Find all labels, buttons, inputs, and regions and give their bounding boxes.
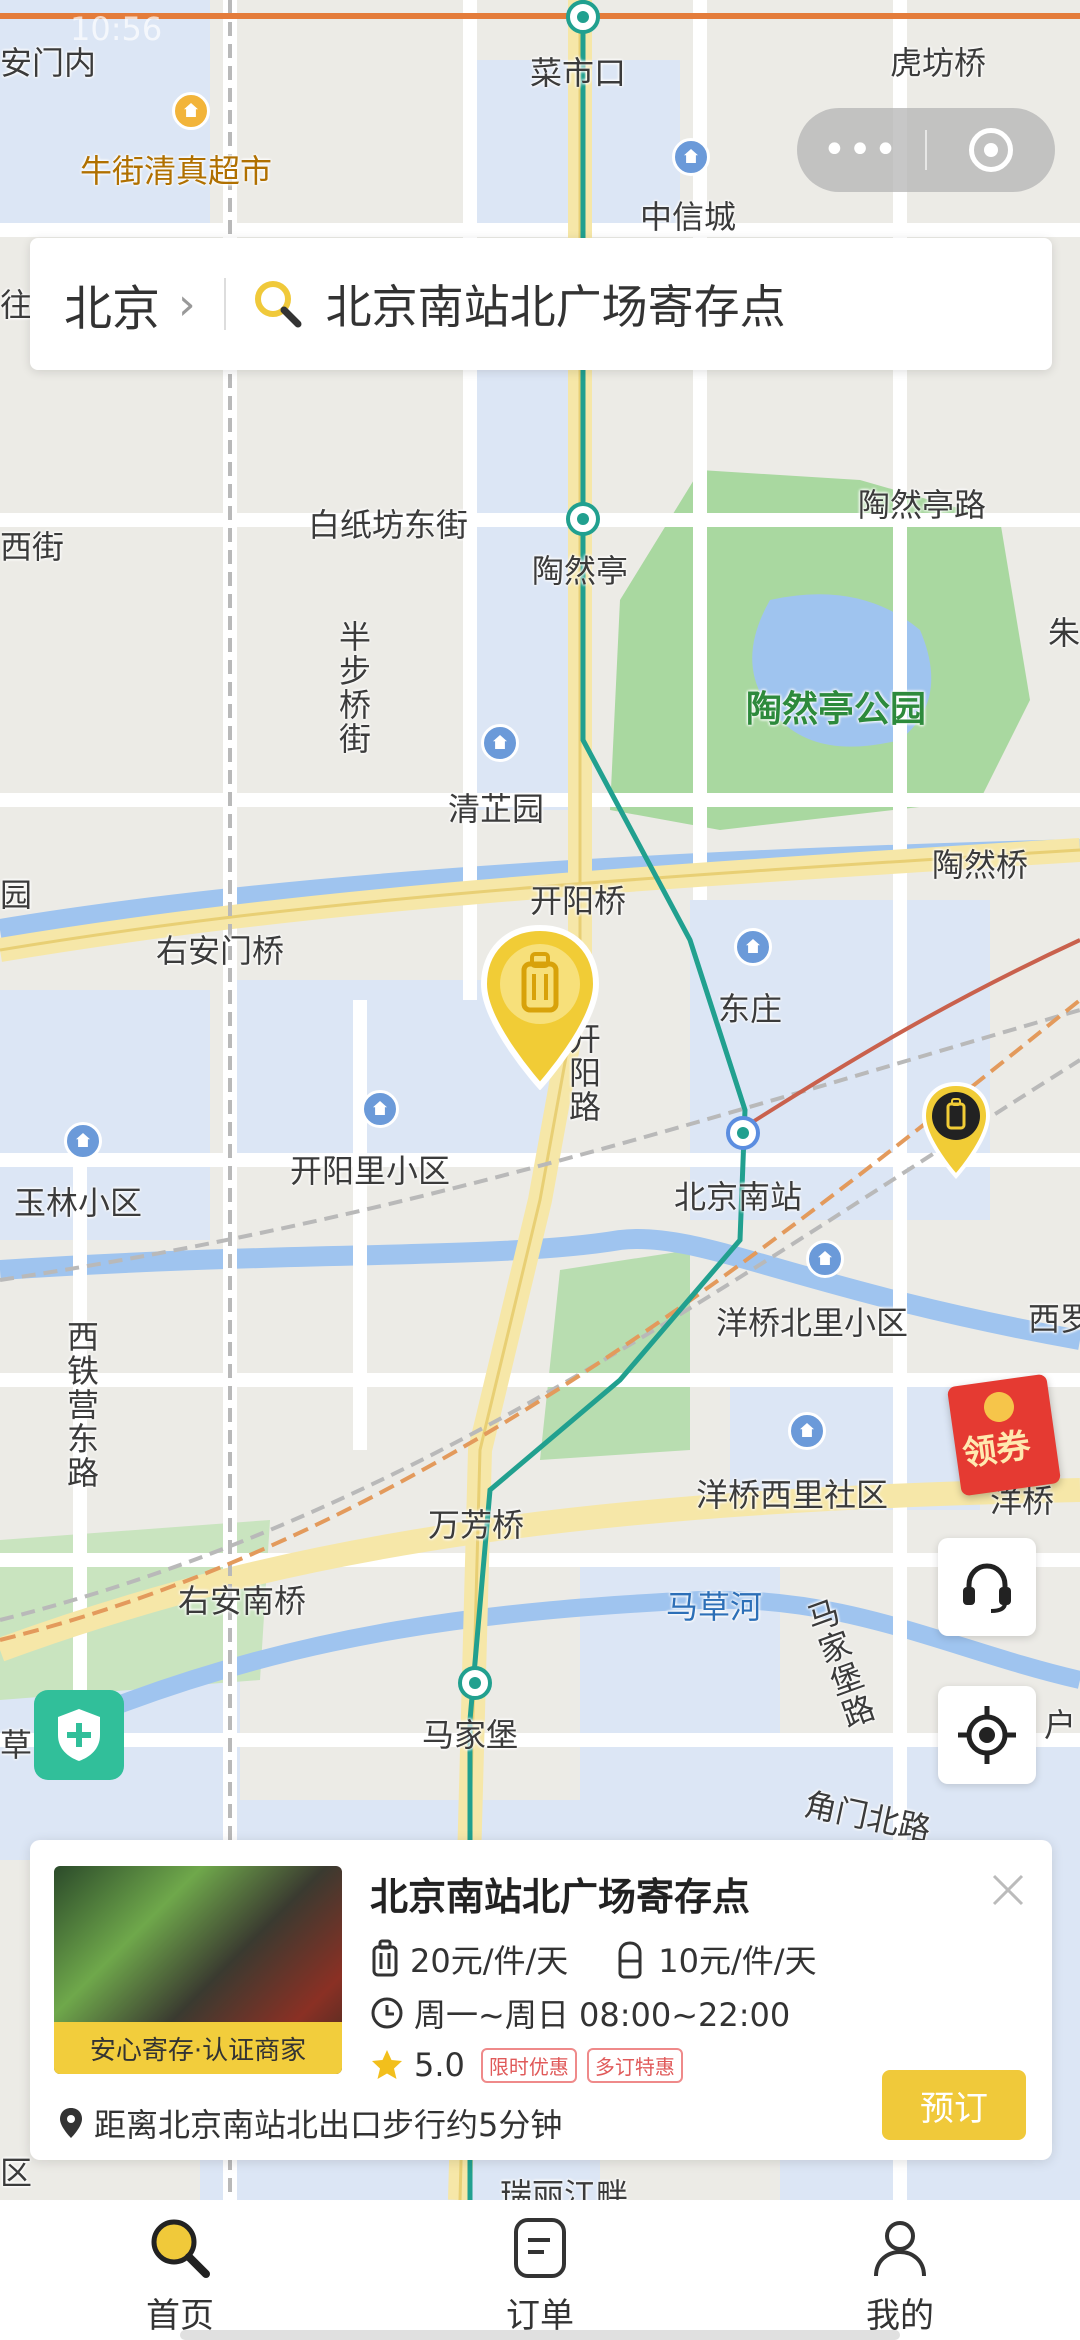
map-label: 朱 — [1048, 614, 1080, 652]
city-selector[interactable]: 北京 — [64, 269, 160, 339]
map-label: 陶然亭路 — [858, 486, 987, 524]
chevron-right-icon[interactable]: › — [178, 279, 196, 330]
tab-home[interactable]: 首页 — [0, 2200, 360, 2340]
tab-orders[interactable]: 订单 — [360, 2200, 720, 2340]
map-label: 东庄 — [718, 990, 783, 1028]
river-label: 马草河 — [666, 1588, 763, 1626]
residence-poi-icon[interactable] — [806, 1240, 844, 1278]
luggage-small-icon — [372, 1939, 398, 1977]
store-name: 北京南站北广场寄存点 — [370, 1875, 751, 1919]
more-dots-icon[interactable]: ••• — [797, 127, 925, 173]
search-divider — [223, 278, 226, 330]
map-label: 右安南桥 — [178, 1582, 307, 1620]
locate-me-button[interactable] — [938, 1686, 1036, 1784]
residence-poi-icon[interactable] — [672, 138, 710, 176]
price-large-label: 10元/件/天 — [658, 1942, 817, 1980]
promo-tag: 限时优惠 — [480, 2047, 577, 2083]
search-icon — [151, 2219, 210, 2278]
residence-poi-icon[interactable] — [64, 1122, 102, 1160]
map-label: 牛街清真超市 — [80, 152, 273, 190]
headset-icon — [963, 1563, 1011, 1613]
map-label: 中信城 — [640, 198, 737, 236]
map-label: 西罗 — [1028, 1300, 1080, 1338]
target-ring-icon — [969, 128, 1013, 172]
shop-poi-icon[interactable] — [172, 92, 210, 130]
map-label: 草 — [0, 1726, 33, 1764]
residence-poi-icon[interactable] — [734, 928, 772, 966]
price-row: 20元/件/天 10元/件/天 — [370, 1936, 817, 1982]
luggage-pin-icon — [480, 924, 600, 1091]
clock-icon — [371, 1997, 403, 2029]
hours-row: 周一~周日 08:00~22:00 — [370, 1990, 790, 2036]
certified-badge: 安心寄存·认证商家 — [54, 2022, 342, 2074]
map-label: 洋桥北里小区 — [716, 1304, 909, 1342]
opening-hours: 周一~周日 08:00~22:00 — [414, 1996, 791, 2034]
coupon-button[interactable]: 领券 — [946, 1370, 1080, 1497]
map-label: 半步桥街 — [334, 620, 372, 756]
rating-value: 5.0 — [414, 2046, 465, 2084]
map-label: 菜市口 — [530, 54, 627, 92]
store-photo[interactable]: 安心寄存·认证商家 — [54, 1866, 342, 2074]
coupon-label: 领券 — [960, 1425, 1033, 1475]
map-label: 往 — [0, 286, 33, 324]
map-label: 玉林小区 — [14, 1184, 143, 1222]
map-label: 清芷园 — [448, 790, 545, 828]
distance-text: 距离北京南站北出口步行约5分钟 — [94, 2106, 563, 2144]
map-label: 洋桥西里社区 — [696, 1476, 889, 1514]
residence-poi-icon[interactable] — [481, 724, 519, 762]
close-icon[interactable] — [988, 1870, 1028, 1910]
locate-icon — [958, 1706, 1016, 1764]
close-miniprogram-button[interactable] — [927, 128, 1055, 172]
order-icon — [514, 2218, 566, 2278]
map-label: 瑞丽江畔 — [500, 2176, 629, 2200]
map-label: 开阳里小区 — [290, 1152, 451, 1190]
map-label: 万芳桥 — [428, 1506, 525, 1544]
customer-service-button[interactable] — [938, 1538, 1036, 1636]
residence-poi-icon[interactable] — [788, 1412, 826, 1450]
map-label: 马家堡 — [422, 1716, 519, 1754]
map-label: 西街 — [0, 528, 65, 566]
map-label: 白纸坊东街 — [308, 506, 469, 544]
metro-station-icon[interactable] — [566, 0, 600, 34]
shield-plus-icon — [58, 1709, 100, 1761]
storage-pin-selected[interactable] — [478, 924, 602, 1091]
store-info-card[interactable]: 安心寄存·认证商家 北京南站北广场寄存点 20元/件/天 10元/件/天 周一~… — [30, 1840, 1052, 2160]
promo-tag: 多订特惠 — [586, 2047, 683, 2083]
search-input[interactable]: 北京南站北广场寄存点 — [326, 271, 786, 337]
search-icon — [252, 278, 304, 330]
map-label: 右安门桥 — [156, 932, 285, 970]
map-label: 安门内 — [0, 44, 97, 82]
safety-button[interactable] — [34, 1690, 124, 1780]
map-label: 北京南站 — [674, 1178, 803, 1216]
metro-station-icon[interactable] — [566, 502, 600, 536]
map-label: 虎坊桥 — [890, 44, 987, 82]
bottom-tab-bar: 首页 订单 我的 — [0, 2200, 1080, 2340]
backpack-icon — [618, 1941, 642, 1979]
map-label: 陶然桥 — [932, 846, 1029, 884]
star-icon — [372, 2050, 402, 2079]
map-label: 陶然亭 — [532, 552, 629, 590]
map-label: 户 — [1044, 1706, 1077, 1744]
price-small-label: 20元/件/天 — [410, 1942, 569, 1980]
map-label: 开阳桥 — [530, 882, 627, 920]
rating-row: 5.0 限时优惠 多订特惠 — [370, 2046, 683, 2084]
distance-row: 距离北京南站北出口步行约5分钟 — [58, 2100, 562, 2146]
residence-poi-icon[interactable] — [361, 1090, 399, 1128]
map-label: 区 — [0, 2154, 33, 2192]
railway-station-icon[interactable] — [726, 1116, 760, 1150]
book-button[interactable]: 预订 — [882, 2070, 1026, 2140]
park-label: 陶然亭公园 — [746, 689, 927, 730]
home-indicator — [180, 2330, 900, 2340]
tab-profile[interactable]: 我的 — [720, 2200, 1080, 2340]
luggage-pin-icon — [921, 1081, 991, 1180]
location-pin-icon — [60, 2108, 82, 2138]
storage-pin[interactable] — [920, 1080, 992, 1180]
metro-station-icon[interactable] — [458, 1666, 492, 1700]
miniprogram-capsule: ••• — [797, 108, 1055, 192]
search-bar: 北京 › 北京南站北广场寄存点 — [30, 238, 1052, 370]
map-label: 园 — [0, 876, 33, 914]
profile-icon — [874, 2221, 926, 2277]
map-label: 西铁营东路 — [62, 1320, 100, 1490]
